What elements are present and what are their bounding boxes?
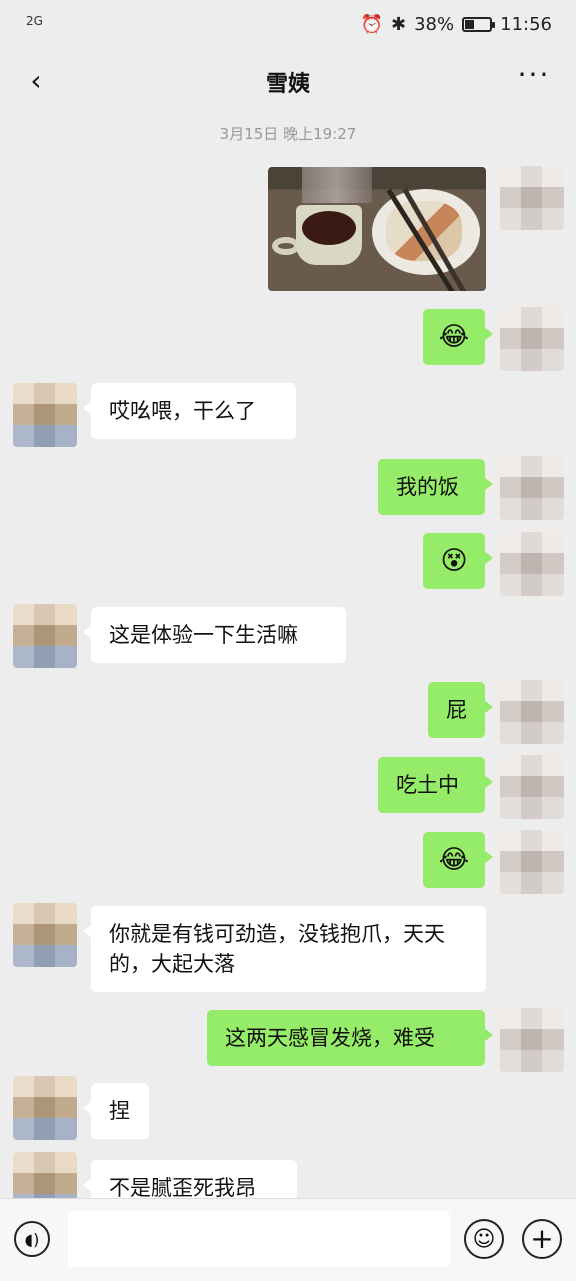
message-text: 不是腻歪死我昂 <box>109 1176 256 1200</box>
message-text: 这是体验一下生活嘛 <box>109 623 298 647</box>
page-title: 雪姨 <box>265 72 310 97</box>
avatar[interactable] <box>13 383 77 447</box>
message-timestamp: 3月15日 晚上19:27 <box>219 125 357 143</box>
message-bubble[interactable]: 捏 <box>83 1083 149 1139</box>
message-text: 哎吆喂，干么了 <box>109 399 256 423</box>
image-message[interactable] <box>268 167 486 291</box>
message-bubble[interactable]: 你就是有钱可劲造，没钱抱爪，天天的，大起大落 <box>83 906 486 992</box>
avatar[interactable] <box>500 680 564 744</box>
avatar[interactable] <box>13 604 77 668</box>
message-bubble[interactable]: 哎吆喂，干么了 <box>83 383 296 439</box>
avatar[interactable] <box>500 830 564 894</box>
dizzy-emoji-icon: 😵 <box>440 546 468 576</box>
avatar[interactable] <box>500 755 564 819</box>
status-bar: 2G ⏰ ✱ 38% 11:56 <box>0 0 576 52</box>
more-options-button[interactable]: ··· <box>514 58 554 98</box>
plus-icon: + <box>530 1222 554 1255</box>
laughing-emoji-icon: 😂 <box>438 845 470 875</box>
voice-icon: ◖) <box>24 1229 40 1249</box>
alarm-icon: ⏰ <box>360 14 384 35</box>
clock: 11:56 <box>500 14 552 35</box>
message-bubble[interactable]: 屁 <box>428 682 493 738</box>
message-bubble[interactable]: 这两天感冒发烧，难受 <box>207 1010 493 1066</box>
laughing-emoji-icon: 😂 <box>438 322 470 352</box>
battery-percent: 38% <box>414 14 455 35</box>
message-text: 屁 <box>446 698 467 722</box>
plus-button[interactable]: + <box>522 1219 562 1259</box>
message-text: 你就是有钱可劲造，没钱抱爪，天天的，大起大落 <box>109 922 445 976</box>
message-text: 这两天感冒发烧，难受 <box>225 1026 435 1050</box>
avatar[interactable] <box>13 903 77 967</box>
emoji-bubble[interactable]: 😂 <box>423 832 493 888</box>
avatar[interactable] <box>500 532 564 596</box>
message-bubble[interactable]: 吃土中 <box>378 757 493 813</box>
emoji-icon: ☺ <box>472 1226 496 1252</box>
battery-fill <box>465 20 475 29</box>
emoji-bubble[interactable]: 😵 <box>423 533 493 589</box>
emoji-button[interactable]: ☺ <box>464 1219 504 1259</box>
message-bubble[interactable]: 这是体验一下生活嘛 <box>83 607 346 663</box>
avatar[interactable] <box>500 1008 564 1072</box>
input-bar: ◖) ☺ + <box>0 1198 576 1281</box>
avatar[interactable] <box>500 456 564 520</box>
message-text: 我的饭 <box>396 475 459 499</box>
network-indicator: 2G <box>26 14 43 28</box>
avatar[interactable] <box>500 166 564 230</box>
message-bubble[interactable]: 我的饭 <box>378 459 493 515</box>
message-input[interactable] <box>68 1211 450 1267</box>
avatar[interactable] <box>500 307 564 371</box>
bluetooth-icon: ✱ <box>391 14 407 35</box>
message-text: 捏 <box>109 1099 130 1123</box>
emoji-bubble[interactable]: 😂 <box>423 309 493 365</box>
message-text: 吃土中 <box>396 773 459 797</box>
voice-button[interactable]: ◖) <box>14 1221 50 1257</box>
battery-icon <box>462 17 496 32</box>
avatar[interactable] <box>13 1076 77 1140</box>
chat-header: ‹ 雪姨 ··· <box>0 52 576 108</box>
